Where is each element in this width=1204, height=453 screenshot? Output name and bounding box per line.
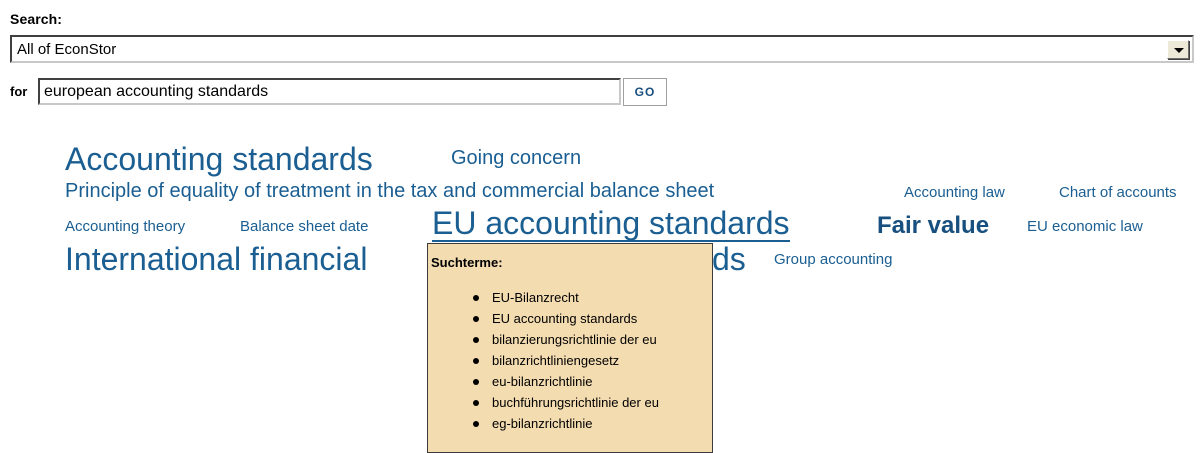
tag-accounting-law[interactable]: Accounting law [904, 185, 1005, 200]
dropdown-button[interactable] [1167, 40, 1189, 59]
go-button[interactable]: GO [623, 78, 667, 106]
bullet-icon [473, 316, 479, 322]
tag-chart-of-accounts[interactable]: Chart of accounts [1059, 185, 1177, 200]
search-label: Search: [10, 11, 63, 27]
list-item-label: bilanzrichtliniengesetz [492, 353, 620, 368]
tag-international-financial[interactable]: International financial [65, 243, 367, 275]
bullet-icon [473, 400, 479, 406]
search-scope-select[interactable]: All of EconStor [10, 35, 1194, 63]
list-item: bilanzierungsrichtlinie der eu [473, 329, 659, 350]
tag-fair-value[interactable]: Fair value [877, 214, 989, 238]
list-item-label: bilanzierungsrichtlinie der eu [492, 332, 657, 347]
for-label: for [10, 84, 28, 99]
bullet-icon [473, 295, 479, 301]
list-item-label: EU-Bilanzrecht [492, 290, 579, 305]
tag-going-concern[interactable]: Going concern [451, 148, 581, 168]
search-terms-tooltip: Suchterme: EU-Bilanzrecht EU accounting … [427, 243, 713, 453]
tag-eu-accounting-standards[interactable]: EU accounting standards [432, 207, 790, 242]
list-item-label: eu-bilanzrichtlinie [492, 374, 593, 389]
list-item: eg-bilanzrichtlinie [473, 413, 659, 434]
list-item: bilanzrichtliniengesetz [473, 350, 659, 371]
tag-balance-sheet-date[interactable]: Balance sheet date [240, 219, 368, 234]
tag-accounting-theory[interactable]: Accounting theory [65, 219, 185, 234]
bullet-icon [473, 337, 479, 343]
tag-eu-economic-law[interactable]: EU economic law [1027, 219, 1143, 234]
search-scope-value: All of EconStor [17, 41, 117, 58]
list-item: eu-bilanzrichtlinie [473, 371, 659, 392]
bullet-icon [473, 421, 479, 427]
bullet-icon [473, 358, 479, 364]
list-item-label: EU accounting standards [492, 311, 638, 326]
bullet-icon [473, 379, 479, 385]
list-item-label: buchführungsrichtlinie der eu [492, 395, 659, 410]
list-item: EU accounting standards [473, 308, 659, 329]
list-item: buchführungsrichtlinie der eu [473, 392, 659, 413]
chevron-down-icon [1174, 48, 1184, 53]
list-item: EU-Bilanzrecht [473, 287, 659, 308]
tooltip-title: Suchterme: [431, 255, 503, 270]
tag-principle-of-equality[interactable]: Principle of equality of treatment in th… [65, 181, 714, 201]
search-query-input[interactable] [38, 78, 621, 105]
search-terms-list: EU-Bilanzrecht EU accounting standards b… [473, 287, 659, 434]
tag-group-accounting[interactable]: Group accounting [774, 252, 892, 267]
tag-accounting-standards[interactable]: Accounting standards [65, 143, 373, 175]
list-item-label: eg-bilanzrichtlinie [492, 416, 593, 431]
tag-international-financial-tail[interactable]: ds [712, 243, 746, 275]
